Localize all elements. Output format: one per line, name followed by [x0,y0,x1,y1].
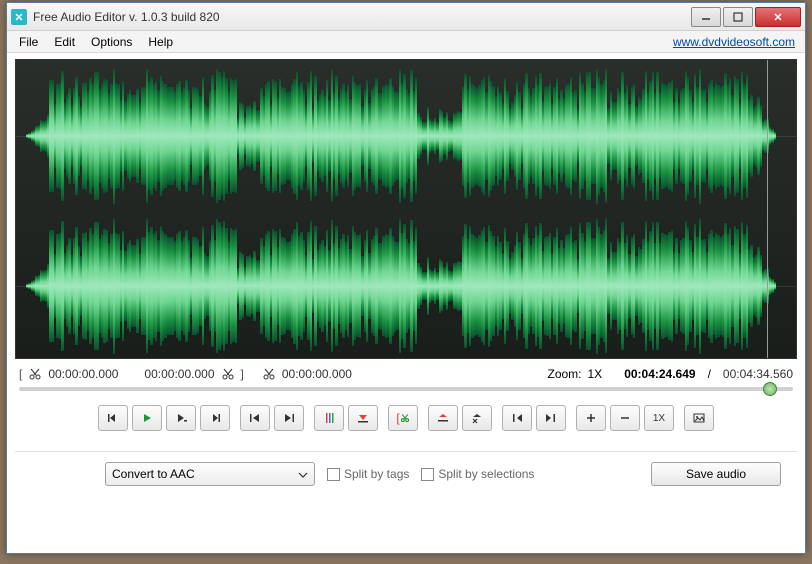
add-marker-button[interactable] [314,405,344,431]
chevron-down-icon [298,467,308,481]
convert-format-combo[interactable]: Convert to AAC [105,462,315,486]
selection-end-button[interactable] [536,405,566,431]
playhead-marker[interactable] [767,60,768,358]
menu-help[interactable]: Help [140,33,181,51]
bottom-row: Convert to AAC Split by tags Split by se… [15,451,797,492]
play-selection-button[interactable] [166,405,196,431]
minimize-button[interactable] [691,7,721,27]
cut-position-time: 00:00:00.000 [282,367,352,381]
selection-end-time: 00:00:00.000 [144,367,214,381]
waveform-display[interactable] [15,59,797,359]
scissors-icon [262,367,276,381]
split-by-tags-checkbox[interactable]: Split by tags [327,467,409,481]
maximize-button[interactable] [723,7,753,27]
window-title: Free Audio Editor v. 1.0.3 build 820 [33,10,689,24]
website-link[interactable]: www.dvdvideosoft.com [673,35,795,49]
scissors-icon [28,367,42,381]
play-button[interactable] [132,405,162,431]
zoom-reset-button[interactable]: 1X [644,405,674,431]
titlebar[interactable]: Free Audio Editor v. 1.0.3 build 820 [7,3,805,31]
split-by-selections-checkbox[interactable]: Split by selections [421,467,534,481]
menubar: File Edit Options Help www.dvdvideosoft.… [7,31,805,53]
zoom-out-button[interactable] [610,405,640,431]
total-time: 00:04:34.560 [723,367,793,381]
add-bookmark-button[interactable] [348,405,378,431]
checkbox-icon [421,468,434,481]
save-audio-label: Save audio [686,467,746,481]
next-marker-button[interactable] [274,405,304,431]
delete-button[interactable] [462,405,492,431]
app-icon [11,9,27,25]
save-audio-button[interactable]: Save audio [651,462,781,486]
zoom-value: 1X [588,367,603,381]
scissors-icon [221,367,235,381]
checkbox-icon [327,468,340,481]
time-separator: / [708,367,711,381]
bracket-close-icon: ] [241,367,244,381]
menu-file[interactable]: File [11,33,46,51]
split-sel-label: Split by selections [438,467,534,481]
waveform-left-channel [16,66,796,206]
waveform-right-channel [16,216,796,356]
prev-marker-button[interactable] [240,405,270,431]
screenshot-button[interactable] [684,405,714,431]
skip-forward-button[interactable] [200,405,230,431]
selection-start-time: 00:00:00.000 [48,367,118,381]
current-time: 00:04:24.649 [624,367,695,381]
convert-format-label: Convert to AAC [112,467,195,481]
selection-start-button[interactable] [502,405,532,431]
zoom-label: Zoom: [547,367,581,381]
app-window: Free Audio Editor v. 1.0.3 build 820 Fil… [6,2,806,554]
close-button[interactable] [755,7,801,27]
time-row: [ 00:00:00.000 00:00:00.000 ] 00:00:00.0… [15,359,797,385]
bracket-open-icon: [ [19,367,22,381]
menu-options[interactable]: Options [83,33,140,51]
toolbar: [ 1X [15,399,797,445]
undo-button[interactable] [428,405,458,431]
cut-selection-button[interactable]: [ [388,405,418,431]
zoom-in-button[interactable] [576,405,606,431]
skip-back-button[interactable] [98,405,128,431]
position-slider[interactable] [15,385,797,399]
menu-edit[interactable]: Edit [46,33,83,51]
split-tags-label: Split by tags [344,467,409,481]
slider-thumb[interactable] [763,382,777,396]
